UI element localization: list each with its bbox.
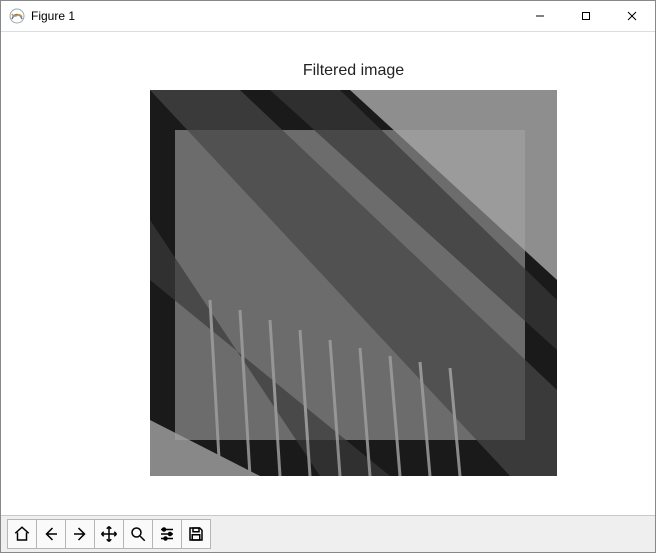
- plot-content: Filtered image: [1, 32, 655, 515]
- home-icon: [13, 525, 31, 543]
- sliders-icon: [158, 525, 176, 543]
- configure-button[interactable]: [152, 519, 182, 549]
- chart-title: Filtered image: [150, 62, 557, 80]
- matplotlib-toolbar: [1, 515, 655, 552]
- save-icon: [187, 525, 205, 543]
- move-icon: [100, 525, 118, 543]
- titlebar: Figure 1: [1, 1, 655, 32]
- arrow-left-icon: [42, 525, 60, 543]
- arrow-right-icon: [71, 525, 89, 543]
- figure-window: Figure 1 Filtered image: [0, 0, 656, 553]
- zoom-icon: [129, 525, 147, 543]
- zoom-button[interactable]: [123, 519, 153, 549]
- minimize-button[interactable]: [517, 1, 563, 31]
- save-button[interactable]: [181, 519, 211, 549]
- window-title: Figure 1: [31, 9, 75, 23]
- pan-button[interactable]: [94, 519, 124, 549]
- chart-image: [150, 90, 557, 476]
- forward-button[interactable]: [65, 519, 95, 549]
- chart-axes[interactable]: 0 100 200 300 400 500 0 100 200 300 400 …: [150, 90, 557, 476]
- app-icon: [9, 8, 25, 24]
- back-button[interactable]: [36, 519, 66, 549]
- home-button[interactable]: [7, 519, 37, 549]
- close-button[interactable]: [609, 1, 655, 31]
- maximize-button[interactable]: [563, 1, 609, 31]
